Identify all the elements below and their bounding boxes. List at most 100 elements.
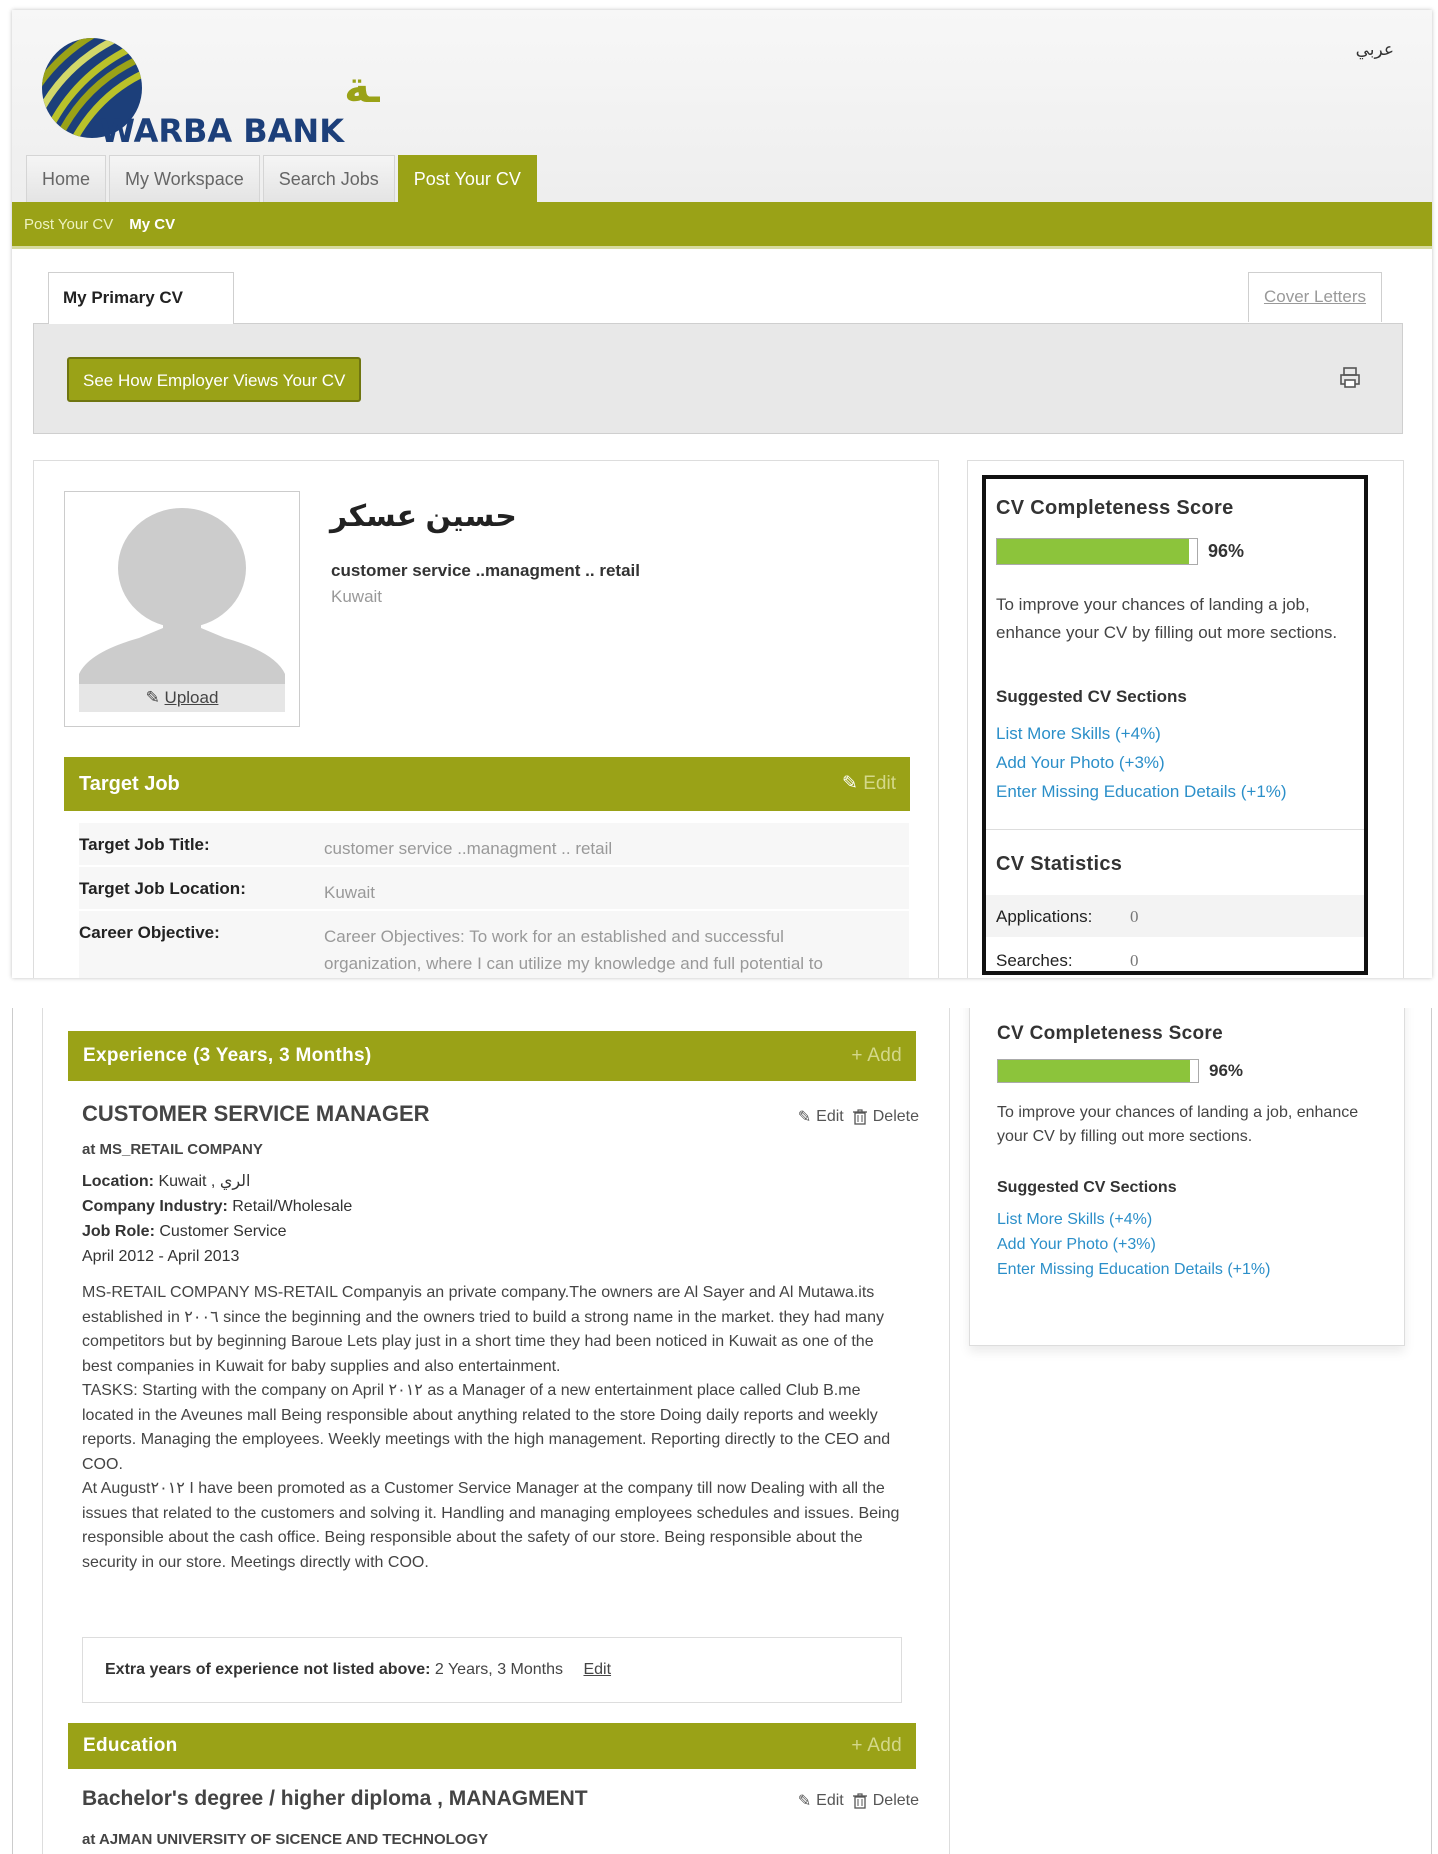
edit-label: Edit <box>863 773 896 794</box>
progress-track <box>996 538 1198 565</box>
stat-applications: Applications: 0 <box>986 895 1364 937</box>
suggestion-add-photo[interactable]: Add Your Photo (+3%) <box>996 748 1287 777</box>
target-job-title: Target Job <box>79 773 180 795</box>
person-location: Kuwait <box>331 587 383 606</box>
kv-key: Target Job Location: <box>79 879 246 898</box>
suggestion-list-more-skills[interactable]: List More Skills (+4%) <box>996 719 1287 748</box>
completeness-progress: 96% <box>997 1059 1243 1083</box>
arabic-language-link[interactable]: عربي <box>1356 40 1394 60</box>
extra-edit-link[interactable]: Edit <box>583 1661 611 1678</box>
kv-key: Career Objective: <box>79 923 220 942</box>
nav-tab-search-jobs[interactable]: Search Jobs <box>262 155 395 202</box>
suggestion-list-more-skills[interactable]: List More Skills (+4%) <box>997 1207 1270 1232</box>
nav-tab-post-your-cv[interactable]: Post Your CV <box>397 155 537 202</box>
edit-label: Edit <box>816 1792 844 1809</box>
logo-mark-icon: بنــك وربـــة WARBA BANK <box>42 38 606 150</box>
pencil-icon: ✎ <box>797 1109 812 1126</box>
suggested-title: Suggested CV Sections <box>997 1179 1177 1196</box>
divider <box>986 829 1364 830</box>
role-label: Job Role: <box>82 1223 155 1240</box>
job-company: at MS_RETAIL COMPANY <box>82 1141 263 1158</box>
completeness-panel: CV Completeness Score 96% To improve you… <box>967 460 1404 978</box>
bottom-screenshot: Experience (3 Years, 3 Months) + Add CUS… <box>12 1008 1432 1854</box>
stat-label: Applications: <box>996 907 1093 926</box>
stat-searches: Searches: 0 <box>986 939 1364 971</box>
progress-fill <box>998 1060 1190 1082</box>
suggested-title: Suggested CV Sections <box>996 687 1187 706</box>
trash-icon <box>852 1109 867 1125</box>
suggestion-education-details[interactable]: Enter Missing Education Details (+1%) <box>997 1257 1270 1282</box>
completeness-panel-secondary: CV Completeness Score 96% To improve you… <box>969 1008 1405 1346</box>
site-header: بنــك وربـــة WARBA BANK عربي Home My Wo… <box>12 10 1432 202</box>
stats-title: CV Statistics <box>996 853 1123 875</box>
edit-label: Edit <box>816 1108 844 1125</box>
industry-label: Company Industry: <box>82 1198 228 1215</box>
kv-value: Career Objectives: To work for an establ… <box>324 927 823 973</box>
education-title: Education <box>83 1735 178 1756</box>
progress-track <box>997 1059 1199 1083</box>
extra-experience-box: Extra years of experience not listed abo… <box>82 1637 902 1703</box>
education-row-actions: ✎ Edit Delete <box>798 1791 919 1811</box>
subnav-post-your-cv[interactable]: Post Your CV <box>24 216 113 233</box>
cv-action-band: See How Employer Views Your CV <box>33 323 1403 434</box>
target-job-location-row: Target Job Location: Kuwait <box>79 867 909 909</box>
logo-english-text: WARBA BANK <box>100 112 346 150</box>
career-objective-row: Career Objective: Career Objectives: To … <box>79 911 909 978</box>
subnav-my-cv[interactable]: My CV <box>129 216 175 233</box>
improve-text: To improve your chances of landing a job… <box>997 1104 1359 1145</box>
job-title: CUSTOMER SERVICE MANAGER <box>82 1101 430 1126</box>
experience-add-button[interactable]: + Add <box>851 1031 902 1081</box>
job-dates: April 2012 - April 2013 <box>82 1248 240 1265</box>
person-headline: customer service ..managment .. retail <box>331 561 640 580</box>
extra-label: Extra years of experience not listed abo… <box>105 1661 431 1678</box>
education-edit-button[interactable]: ✎ Edit <box>798 1791 844 1811</box>
main-nav: Home My Workspace Search Jobs Post Your … <box>26 155 537 202</box>
location-label: Location: <box>82 1173 154 1190</box>
nav-tab-home[interactable]: Home <box>26 155 107 202</box>
completeness-percent: 96% <box>1209 1061 1244 1080</box>
profile-card: ✎ Upload حسين عسكر customer service ..ma… <box>33 460 939 978</box>
target-job-header: Target Job ✎ Edit <box>64 757 910 811</box>
education-add-button[interactable]: + Add <box>851 1723 902 1769</box>
see-employer-view-button[interactable]: See How Employer Views Your CV <box>67 357 362 402</box>
nav-tab-my-workspace[interactable]: My Workspace <box>109 155 260 202</box>
print-icon[interactable] <box>1338 366 1362 390</box>
profile-photo: ✎ Upload <box>64 491 300 727</box>
role-value: Customer Service <box>159 1223 287 1240</box>
job-description: MS-RETAIL COMPANY MS-RETAIL Companyis an… <box>82 1281 902 1575</box>
stat-value: 0 <box>1130 907 1139 926</box>
kv-value: Kuwait <box>324 883 376 902</box>
completeness-title: CV Completeness Score <box>996 497 1234 519</box>
add-label: Add <box>867 1735 902 1756</box>
top-screenshot: بنــك وربـــة WARBA BANK عربي Home My Wo… <box>12 10 1432 978</box>
logo-arabic-text: بنــك وربـــة <box>344 62 380 113</box>
completeness-highlight-box: CV Completeness Score 96% To improve you… <box>982 475 1368 975</box>
stat-label: Searches: <box>996 951 1073 970</box>
upload-label: Upload <box>164 688 219 707</box>
pencil-icon: ✎ <box>797 1793 812 1810</box>
warba-bank-logo[interactable]: بنــك وربـــة WARBA BANK <box>30 30 606 150</box>
sub-nav: Post Your CV My CV <box>12 202 1432 249</box>
suggestion-list: List More Skills (+4%) Add Your Photo (+… <box>997 1207 1270 1282</box>
location-value: Kuwait , الري <box>158 1173 251 1190</box>
job-delete-button[interactable]: Delete <box>852 1108 919 1126</box>
job-meta: Location: Kuwait , الري Company Industry… <box>82 1169 352 1269</box>
person-name: حسين عسكر <box>330 500 517 533</box>
education-delete-button[interactable]: Delete <box>852 1792 919 1810</box>
job-row-actions: ✎ Edit Delete <box>798 1107 919 1127</box>
suggestion-education-details[interactable]: Enter Missing Education Details (+1%) <box>996 777 1287 806</box>
tab-cover-letters[interactable]: Cover Letters <box>1248 272 1382 322</box>
job-edit-button[interactable]: ✎ Edit <box>798 1107 844 1127</box>
trash-icon <box>852 1793 867 1809</box>
tab-my-primary-cv[interactable]: My Primary CV <box>48 272 234 324</box>
pencil-icon: ✎ <box>145 688 160 707</box>
kv-key: Target Job Title: <box>79 835 210 854</box>
suggestion-add-photo[interactable]: Add Your Photo (+3%) <box>997 1232 1270 1257</box>
completeness-percent: 96% <box>1208 541 1245 561</box>
target-job-edit-button[interactable]: ✎ Edit <box>842 757 896 811</box>
avatar-placeholder-icon <box>79 502 285 692</box>
experience-card: Experience (3 Years, 3 Months) + Add CUS… <box>42 1008 950 1854</box>
completeness-progress: 96% <box>996 538 1244 565</box>
upload-photo-button[interactable]: ✎ Upload <box>79 684 285 712</box>
target-job-title-row: Target Job Title: customer service ..man… <box>79 823 909 865</box>
